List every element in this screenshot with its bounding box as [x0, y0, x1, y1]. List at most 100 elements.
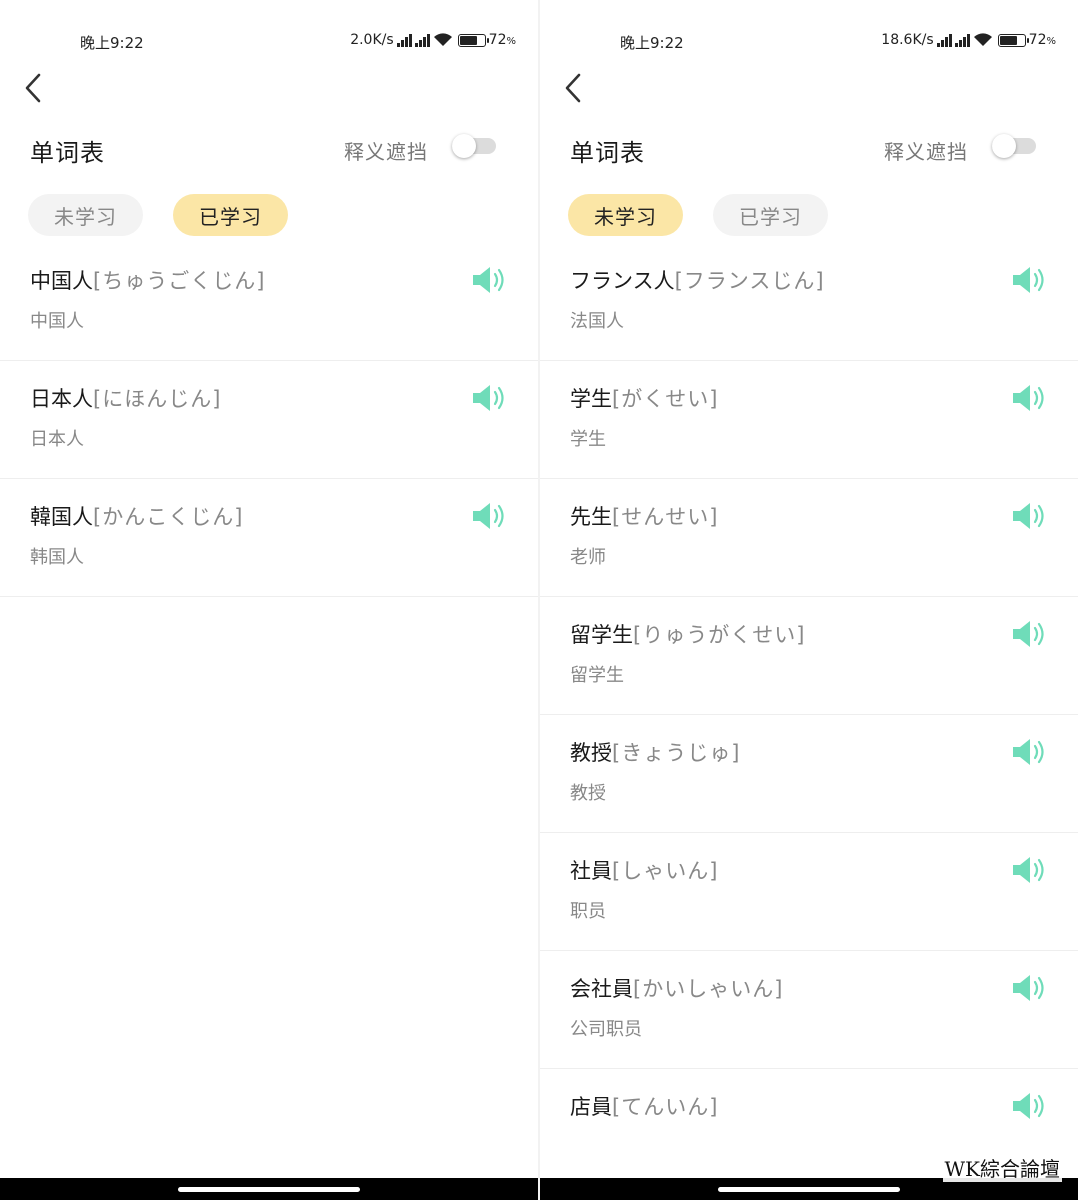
- word-list-item[interactable]: 学生[がくせい] 学生: [540, 361, 1078, 479]
- word-heading: 社員[しゃいん]: [570, 855, 718, 885]
- status-time: 晚上9:22: [620, 34, 684, 52]
- word-list-item[interactable]: 先生[せんせい] 老师: [540, 479, 1078, 597]
- word-reading: [フランスじん]: [674, 269, 825, 293]
- word-reading: [かいしゃいん]: [633, 977, 784, 1001]
- signal-icon: [936, 33, 952, 47]
- word-kanji: フランス人: [570, 269, 675, 293]
- tab-unlearned[interactable]: 未学习: [28, 194, 143, 236]
- screenshot-pair: 晚上9:22 2.0K/s 72% 单词表 释义遮挡 未学习 已学习 中国人[ち…: [0, 0, 1080, 1200]
- word-meaning: 留学生: [570, 665, 624, 686]
- network-speed: 2.0K/s: [350, 32, 394, 48]
- speaker-icon[interactable]: [1010, 1089, 1048, 1123]
- network-speed: 18.6K/s: [881, 32, 934, 48]
- status-bar: 晚上9:22 2.0K/s 72%: [0, 28, 538, 58]
- mask-meaning-label: 释义遮挡: [344, 140, 428, 164]
- back-button[interactable]: [18, 70, 48, 106]
- word-kanji: 社員: [570, 859, 612, 883]
- word-heading: 中国人[ちゅうごくじん]: [30, 265, 265, 295]
- word-reading: [ちゅうごくじん]: [93, 269, 266, 293]
- chevron-left-icon: [565, 73, 581, 103]
- word-list-item[interactable]: 中国人[ちゅうごくじん] 中国人: [0, 243, 538, 361]
- speaker-icon[interactable]: [1010, 499, 1048, 533]
- word-kanji: 先生: [570, 505, 612, 529]
- study-status-tabs: 未学习 已学习: [28, 194, 288, 236]
- battery-level: 72%: [1028, 32, 1056, 48]
- word-heading: 店員[てんいん]: [570, 1091, 718, 1121]
- word-list-item[interactable]: 留学生[りゅうがくせい] 留学生: [540, 597, 1078, 715]
- status-bar: 晚上9:22 18.6K/s 72%: [540, 28, 1078, 58]
- word-meaning: 法国人: [570, 311, 624, 332]
- battery-level: 72%: [488, 32, 516, 48]
- word-reading: [せんせい]: [612, 505, 719, 529]
- word-heading: 韓国人[かんこくじん]: [30, 501, 243, 531]
- word-meaning: 中国人: [30, 311, 84, 332]
- page-title: 单词表: [570, 139, 645, 167]
- speaker-icon[interactable]: [1010, 853, 1048, 887]
- word-kanji: 会社員: [570, 977, 633, 1001]
- word-reading: [てんいん]: [612, 1095, 719, 1119]
- word-list-item[interactable]: 日本人[にほんじん] 日本人: [0, 361, 538, 479]
- word-list-item[interactable]: 社員[しゃいん] 职员: [540, 833, 1078, 951]
- home-indicator[interactable]: [178, 1187, 360, 1192]
- battery-icon: [457, 33, 489, 47]
- word-reading: [りゅうがくせい]: [633, 623, 806, 647]
- word-reading: [がくせい]: [612, 387, 719, 411]
- tab-learned[interactable]: 已学习: [173, 194, 288, 236]
- speaker-icon[interactable]: [470, 381, 508, 415]
- word-kanji: 学生: [570, 387, 612, 411]
- word-heading: 教授[きょうじゅ]: [570, 737, 740, 767]
- signal-icon: [954, 33, 970, 47]
- word-meaning: 老师: [570, 547, 606, 568]
- tab-learned[interactable]: 已学习: [713, 194, 828, 236]
- word-kanji: 韓国人: [30, 505, 93, 529]
- word-meaning: 公司职员: [570, 1019, 642, 1040]
- page-title: 单词表: [30, 139, 105, 167]
- word-kanji: 日本人: [30, 387, 93, 411]
- wifi-icon: [433, 33, 452, 46]
- home-indicator[interactable]: [718, 1187, 900, 1192]
- speaker-icon[interactable]: [1010, 617, 1048, 651]
- chevron-left-icon: [25, 73, 41, 103]
- speaker-icon[interactable]: [1010, 735, 1048, 769]
- word-meaning: 韩国人: [30, 547, 84, 568]
- word-heading: フランス人[フランスじん]: [570, 265, 825, 295]
- back-button[interactable]: [558, 70, 588, 106]
- word-reading: [かんこくじん]: [93, 505, 244, 529]
- speaker-icon[interactable]: [470, 263, 508, 297]
- word-reading: [しゃいん]: [612, 859, 719, 883]
- word-heading: 留学生[りゅうがくせい]: [570, 619, 805, 649]
- mask-meaning-label: 释义遮挡: [884, 140, 968, 164]
- word-meaning: 职员: [570, 901, 606, 922]
- speaker-icon[interactable]: [1010, 381, 1048, 415]
- speaker-icon[interactable]: [1010, 263, 1048, 297]
- word-list-item[interactable]: 会社員[かいしゃいん] 公司职员: [540, 951, 1078, 1069]
- tab-unlearned[interactable]: 未学习: [568, 194, 683, 236]
- word-list: フランス人[フランスじん] 法国人 学生[がくせい] 学生 先生[せんせい] 老师 留学生[…: [540, 243, 1078, 1187]
- word-list: 中国人[ちゅうごくじん] 中国人 日本人[にほんじん] 日本人 韓国人[かんこくじん] 韩…: [0, 243, 538, 597]
- forum-watermark: WK綜合論壇: [942, 1153, 1062, 1182]
- word-list-item[interactable]: 教授[きょうじゅ] 教授: [540, 715, 1078, 833]
- study-status-tabs: 未学习 已学习: [568, 194, 828, 236]
- word-meaning: 教授: [570, 783, 606, 804]
- signal-icon: [414, 33, 430, 47]
- word-list-item[interactable]: フランス人[フランスじん] 法国人: [540, 243, 1078, 361]
- mask-meaning-toggle[interactable]: [452, 134, 496, 158]
- word-reading: [にほんじん]: [93, 387, 222, 411]
- word-meaning: 日本人: [30, 429, 84, 450]
- word-heading: 学生[がくせい]: [570, 383, 718, 413]
- phone-screen-learned: 晚上9:22 2.0K/s 72% 单词表 释义遮挡 未学习 已学习 中国人[ち…: [0, 0, 538, 1200]
- mask-meaning-toggle[interactable]: [992, 134, 1036, 158]
- word-kanji: 留学生: [570, 623, 633, 647]
- status-icons: 18.6K/s 72%: [881, 32, 1056, 48]
- word-list-item[interactable]: 韓国人[かんこくじん] 韩国人: [0, 479, 538, 597]
- word-reading: [きょうじゅ]: [612, 741, 741, 765]
- word-heading: 先生[せんせい]: [570, 501, 718, 531]
- word-kanji: 店員: [570, 1095, 612, 1119]
- navigation-bar: [0, 1178, 538, 1200]
- word-heading: 日本人[にほんじん]: [30, 383, 221, 413]
- speaker-icon[interactable]: [470, 499, 508, 533]
- battery-icon: [997, 33, 1029, 47]
- status-icons: 2.0K/s 72%: [350, 32, 516, 48]
- phone-screen-unlearned: 晚上9:22 18.6K/s 72% 单词表 释义遮挡 未学习 已学习 フランス…: [540, 0, 1078, 1200]
- speaker-icon[interactable]: [1010, 971, 1048, 1005]
